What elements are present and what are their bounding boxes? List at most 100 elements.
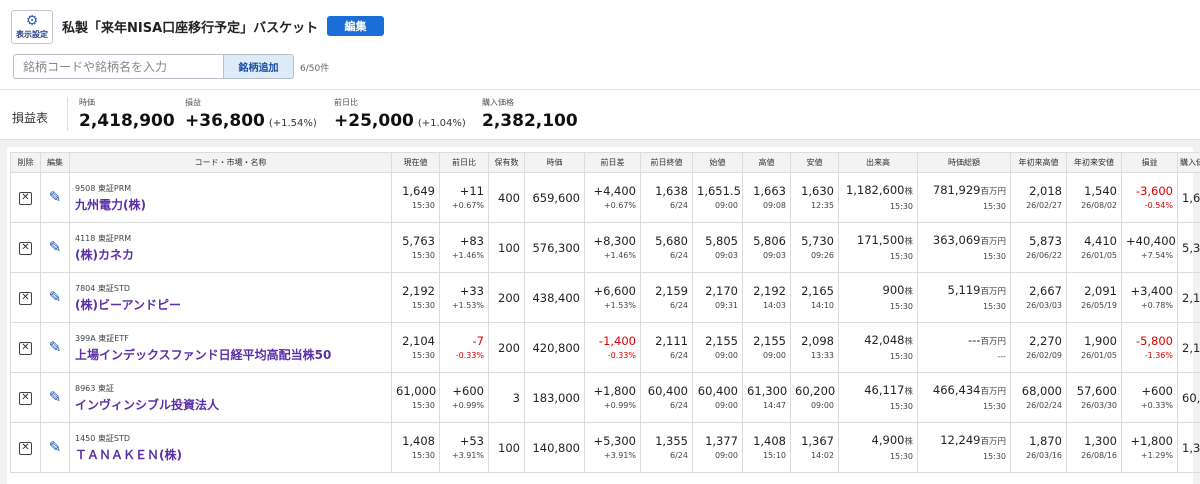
cell-value: 2,170 <box>705 284 738 298</box>
pencil-icon[interactable]: ✎ <box>49 190 62 205</box>
cell-value: 2,111 <box>655 334 688 348</box>
market-value-cell: 183,000 <box>524 372 585 423</box>
stock-name-link[interactable]: ＴＡＮＡＫＥＮ(株) <box>75 447 387 463</box>
prev-close-cell: 60,400 6/24 <box>640 372 693 423</box>
display-settings-label: 表示設定 <box>16 30 48 39</box>
stock-name-link[interactable]: 九州電力(株) <box>75 197 387 213</box>
high-cell: 2,155 09:00 <box>742 322 791 373</box>
stock-name-link[interactable]: (株)カネカ <box>75 247 387 263</box>
delete-icon[interactable]: ✕ <box>19 241 32 255</box>
volume-cell: 42,048株 15:30 <box>838 322 918 373</box>
column-header[interactable]: 前日比 <box>439 152 489 173</box>
diff-cell: +8,300 +1.46% <box>584 222 641 273</box>
column-header[interactable]: 年初来高値 <box>1010 152 1067 173</box>
prev-close-cell: 2,159 6/24 <box>640 272 693 323</box>
code-market: 1450 東証STD <box>75 433 131 443</box>
display-settings-button[interactable]: ⚙ 表示設定 <box>11 10 53 44</box>
cell-subvalue: 15:30 <box>982 252 1006 261</box>
pencil-icon[interactable]: ✎ <box>49 340 62 355</box>
cell-value: 61,000 <box>396 384 437 398</box>
delete-icon[interactable]: ✕ <box>19 341 32 355</box>
ytd-low-cell: 2,091 26/05/19 <box>1066 272 1122 323</box>
market-cap-cell: 363,069百万円 15:30 <box>917 222 1011 273</box>
cell-subvalue: 15:30 <box>982 402 1006 411</box>
stock-name-link[interactable]: 上場インデックスファンド日経平均高配当株50 <box>75 347 387 363</box>
cell-value: +6,600 <box>593 284 636 298</box>
table-header-row: 削除 編集 コード・市場・名称 現在値 前日比 保有数 時価 前日差 前日終値 始値 高値 安値 出来高… <box>10 152 1200 173</box>
basket-title: 私製「来年NISA口座移行予定」バスケット <box>62 21 319 36</box>
table-row: ✕ ✎ 4118 東証PRM (株)カネカ 5,763 15:30 +83 +1.46% 100… <box>10 222 1200 273</box>
cell-value: 2,270 <box>1029 334 1062 348</box>
delete-icon[interactable]: ✕ <box>19 391 32 405</box>
column-header[interactable]: 保有数 <box>488 152 525 173</box>
market-cap-cell: 781,929百万円 15:30 <box>917 172 1011 223</box>
cell-subvalue: 14:02 <box>810 451 834 460</box>
day-change-cell: +53 +3.91% <box>439 422 489 473</box>
cell-subvalue: 6/24 <box>670 451 688 460</box>
cell-subvalue: 6/24 <box>670 351 688 360</box>
cell-subvalue: 15:30 <box>411 251 435 260</box>
market-cap-cell: 466,434百万円 15:30 <box>917 372 1011 423</box>
cell-subvalue: 15:30 <box>982 452 1006 461</box>
cell-subvalue: 26/02/24 <box>1026 401 1062 410</box>
cell-subvalue: 09:00 <box>714 451 738 460</box>
column-header[interactable]: 高値 <box>742 152 791 173</box>
metric-label: 前日比 <box>334 98 358 107</box>
cell-subvalue: 14:10 <box>810 301 834 310</box>
quantity-cell: 100 <box>488 222 525 273</box>
column-header[interactable]: 購入価格 <box>1177 152 1200 173</box>
column-header[interactable]: 年初来安値 <box>1066 152 1122 173</box>
profit-loss-cell: -5,800 -1.36% <box>1121 322 1178 373</box>
pencil-icon[interactable]: ✎ <box>49 440 62 455</box>
ytd-low-cell: 1,540 26/08/02 <box>1066 172 1122 223</box>
delete-icon[interactable]: ✕ <box>19 441 32 455</box>
add-stock-button[interactable]: 銘柄追加 <box>223 54 294 79</box>
column-header[interactable]: コード・市場・名称 <box>69 152 392 173</box>
column-header: 編集 <box>40 152 70 173</box>
column-header[interactable]: 損益 <box>1121 152 1178 173</box>
delete-icon[interactable]: ✕ <box>19 191 32 205</box>
cell-value: 5,873 <box>1029 234 1062 248</box>
low-cell: 60,200 09:00 <box>790 372 839 423</box>
quantity-cell: 200 <box>488 322 525 373</box>
purchase-price-cell: 1,390 <box>1177 422 1200 473</box>
cell-value: 60,400 <box>647 384 688 398</box>
stock-search-input[interactable] <box>13 54 224 79</box>
unit-label: 株 <box>904 437 913 447</box>
pencil-icon[interactable]: ✎ <box>49 240 62 255</box>
profit-loss-cell: +600 +0.33% <box>1121 372 1178 423</box>
column-header[interactable]: 出来高 <box>838 152 918 173</box>
cell-subvalue: 15:30 <box>411 451 435 460</box>
prev-close-cell: 1,638 6/24 <box>640 172 693 223</box>
column-header[interactable]: 前日差 <box>584 152 641 173</box>
cell-value: +600 <box>452 384 484 398</box>
market-value-cell: 576,300 <box>524 222 585 273</box>
profit-loss-cell: +3,400 +0.78% <box>1121 272 1178 323</box>
cell-subvalue: +3.91% <box>603 451 636 460</box>
column-header[interactable]: 始値 <box>692 152 743 173</box>
high-cell: 1,408 15:10 <box>742 422 791 473</box>
cell-value: +33 <box>459 284 484 298</box>
column-header[interactable]: 前日終値 <box>640 152 693 173</box>
delete-icon[interactable]: ✕ <box>19 291 32 305</box>
ytd-low-cell: 1,900 26/01/05 <box>1066 322 1122 373</box>
column-header[interactable]: 時価総額 <box>917 152 1011 173</box>
column-header[interactable]: 現在値 <box>391 152 440 173</box>
cell-subvalue: +0.99% <box>603 401 636 410</box>
column-header[interactable]: 時価 <box>524 152 585 173</box>
column-header[interactable]: 安値 <box>790 152 839 173</box>
pencil-icon[interactable]: ✎ <box>49 290 62 305</box>
cell-subvalue: 15:30 <box>889 202 913 211</box>
table-row: ✕ ✎ 9508 東証PRM 九州電力(株) 1,649 15:30 +11 +0.67% 40… <box>10 172 1200 223</box>
cell-subvalue: 09:03 <box>714 251 738 260</box>
stock-name-link[interactable]: (株)ビーアンドピー <box>75 297 387 313</box>
metric-market-value: 時価 2,418,900 <box>79 97 175 131</box>
current-price-cell: 2,192 15:30 <box>391 272 440 323</box>
cell-value: 2,018 <box>1029 184 1062 198</box>
cell-subvalue: 6/24 <box>670 301 688 310</box>
stock-name-link[interactable]: インヴィンシブル投資法人 <box>75 397 387 413</box>
pencil-icon[interactable]: ✎ <box>49 390 62 405</box>
unit-label: 株 <box>904 387 913 397</box>
summary-divider <box>0 89 1200 90</box>
edit-basket-button[interactable]: 編集 <box>327 16 384 36</box>
